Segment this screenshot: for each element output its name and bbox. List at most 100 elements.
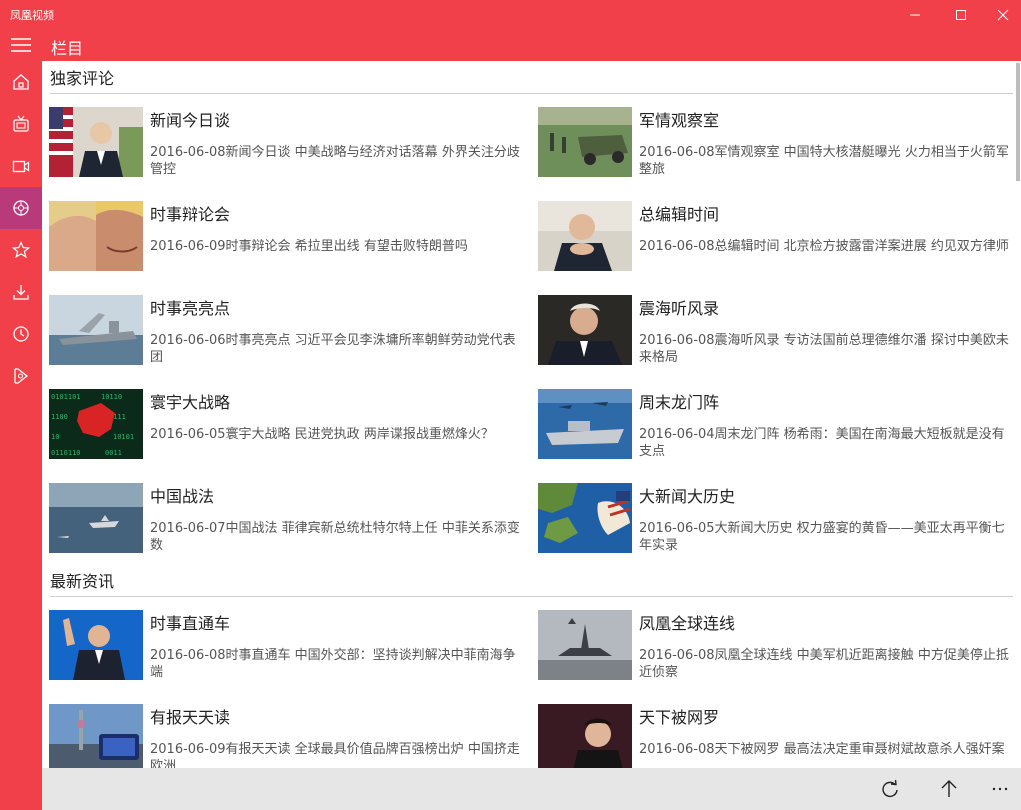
card-description: 2016-06-08凤凰全球连线 中美军机近距离接触 中方促美停止抵近侦察 bbox=[639, 648, 1009, 680]
program-card[interactable]: 军情观察室 2016-06-08军情观察室 中国特大核潜艇曝光 火力相当于火箭军… bbox=[538, 107, 1018, 179]
program-card[interactable]: 时事亮亮点 2016-06-06时事亮亮点 习近平会见李洙墉所率朝鲜劳动党代表团 bbox=[49, 295, 529, 367]
svg-text:10: 10 bbox=[51, 433, 59, 441]
card-description: 2016-06-08军情观察室 中国特大核潜艇曝光 火力相当于火箭军整旅 bbox=[639, 145, 1009, 177]
thumbnail-image bbox=[538, 483, 632, 553]
card-description: 2016-06-09有报天天读 全球最具价值品牌百强榜出炉 中国挤走欧洲 bbox=[150, 742, 520, 768]
card-title: 军情观察室 bbox=[639, 111, 720, 130]
card-title: 时事辩论会 bbox=[150, 205, 231, 224]
program-card[interactable]: 0101101 10110 1100 0111 10 10101 0110110 001… bbox=[49, 389, 529, 461]
card-title: 大新闻大历史 bbox=[639, 487, 736, 506]
sidebar-item-downloads[interactable] bbox=[0, 271, 42, 313]
close-button[interactable] bbox=[980, 0, 1021, 29]
title-bar: 凤凰视频 bbox=[0, 0, 1021, 29]
thumbnail-image bbox=[538, 610, 632, 680]
card-title: 时事直通车 bbox=[150, 614, 231, 633]
sidebar-item-favorites[interactable] bbox=[0, 229, 42, 271]
thumbnail-image bbox=[49, 610, 143, 680]
card-description: 2016-06-05大新闻大历史 权力盛宴的黄昏——美亚太再平衡七年实录 bbox=[639, 521, 1005, 553]
maximize-button[interactable] bbox=[938, 0, 984, 29]
section-title: 最新资讯 bbox=[50, 572, 115, 591]
card-description: 2016-06-08新闻今日谈 中美战略与经济对话落幕 外界关注分歧管控 bbox=[150, 145, 520, 177]
thumbnail-image bbox=[49, 201, 143, 271]
sidebar-item-history[interactable] bbox=[0, 313, 42, 355]
thumbnail-image bbox=[538, 295, 632, 365]
section-divider bbox=[50, 596, 1013, 597]
program-card[interactable]: 总编辑时间 2016-06-08总编辑时间 北京检方披露雷洋案进展 约见双方律师 bbox=[538, 201, 1018, 273]
star-icon bbox=[12, 241, 30, 259]
minimize-button[interactable] bbox=[892, 0, 938, 29]
thumbnail-image bbox=[538, 389, 632, 459]
download-icon bbox=[13, 285, 29, 300]
sidebar-nav bbox=[0, 61, 42, 810]
card-title: 中国战法 bbox=[150, 487, 215, 506]
program-card[interactable]: 周末龙门阵 2016-06-04周末龙门阵 杨希雨：美国在南海最大短板就是没有支… bbox=[538, 389, 1018, 461]
card-title: 时事亮亮点 bbox=[150, 299, 231, 318]
card-title: 寰宇大战略 bbox=[150, 393, 231, 412]
thumbnail-image bbox=[538, 107, 632, 177]
sidebar-item-channels[interactable] bbox=[0, 187, 42, 229]
app-title: 凤凰视频 bbox=[10, 9, 54, 22]
thumbnail-image bbox=[538, 704, 632, 768]
card-title: 震海听风录 bbox=[639, 299, 720, 318]
clock-icon bbox=[13, 326, 29, 342]
program-card[interactable]: 震海听风录 2016-06-08震海听风录 专访法国前总理德维尔潘 探讨中美欧未… bbox=[538, 295, 1018, 367]
card-description: 2016-06-08总编辑时间 北京检方披露雷洋案进展 约见双方律师 bbox=[639, 239, 1009, 254]
more-options-button[interactable] bbox=[979, 768, 1021, 810]
program-card[interactable]: 大新闻大历史 2016-06-05大新闻大历史 权力盛宴的黄昏——美亚太再平衡七… bbox=[538, 483, 1018, 555]
sidebar-item-home[interactable] bbox=[0, 61, 42, 103]
video-camera-icon bbox=[12, 160, 30, 173]
svg-text:1100: 1100 bbox=[51, 413, 68, 421]
refresh-button[interactable] bbox=[869, 768, 911, 810]
sidebar-item-settings[interactable] bbox=[0, 355, 42, 397]
card-title: 有报天天读 bbox=[150, 708, 231, 727]
program-card[interactable]: 新闻今日谈 2016-06-08新闻今日谈 中美战略与经济对话落幕 外界关注分歧… bbox=[49, 107, 529, 179]
main-content: 独家评论 新闻今日谈 2016-06-08新闻今日谈 中美战略与经济对话落幕 外… bbox=[42, 61, 1021, 768]
card-description: 2016-06-06时事亮亮点 习近平会见李洙墉所率朝鲜劳动党代表团 bbox=[150, 333, 516, 365]
program-card[interactable]: 中国战法 2016-06-07中国战法 菲律宾新总统杜特尔特上任 中菲关系添变数 bbox=[49, 483, 529, 555]
card-title: 周末龙门阵 bbox=[639, 393, 720, 412]
svg-text:10110: 10110 bbox=[101, 393, 122, 401]
minimize-icon bbox=[910, 14, 920, 15]
card-title: 新闻今日谈 bbox=[150, 111, 231, 130]
card-description: 2016-06-09时事辩论会 希拉里出线 有望击败特朗普吗 bbox=[150, 239, 468, 254]
svg-text:0101101: 0101101 bbox=[51, 393, 81, 401]
arrow-up-icon bbox=[941, 780, 957, 797]
page-title: 栏目 bbox=[51, 39, 84, 58]
thumbnail-image bbox=[538, 201, 632, 271]
card-description: 2016-06-08时事直通车 中国外交部：坚持谈判解决中菲南海争端 bbox=[150, 648, 516, 680]
channels-icon bbox=[13, 200, 29, 216]
program-card[interactable]: 时事辩论会 2016-06-09时事辩论会 希拉里出线 有望击败特朗普吗 bbox=[49, 201, 529, 273]
card-description: 2016-06-08天下被网罗 最高法决定重审聂树斌故意杀人强奸案 bbox=[639, 742, 1005, 757]
section-title: 独家评论 bbox=[50, 69, 115, 88]
thumbnail-image bbox=[49, 107, 143, 177]
command-bar bbox=[42, 768, 1021, 810]
tv-icon bbox=[13, 115, 29, 132]
card-description: 2016-06-05寰宇大战略 民进党执政 两岸谍报战重燃烽火？ bbox=[150, 427, 494, 442]
app-header: 栏目 bbox=[0, 29, 1021, 61]
close-icon bbox=[997, 9, 1009, 20]
settings-icon bbox=[14, 368, 29, 384]
sidebar-item-video[interactable] bbox=[0, 145, 42, 187]
program-card[interactable]: 有报天天读 2016-06-09有报天天读 全球最具价值品牌百强榜出炉 中国挤走… bbox=[49, 704, 529, 768]
thumbnail-image: 0101101 10110 1100 0111 10 10101 0110110 001… bbox=[49, 389, 143, 459]
refresh-icon bbox=[882, 779, 898, 798]
hamburger-icon bbox=[11, 38, 31, 52]
program-card[interactable]: 天下被网罗 2016-06-08天下被网罗 最高法决定重审聂树斌故意杀人强奸案 bbox=[538, 704, 1018, 768]
maximize-icon bbox=[956, 9, 966, 20]
program-card[interactable]: 时事直通车 2016-06-08时事直通车 中国外交部：坚持谈判解决中菲南海争端 bbox=[49, 610, 529, 682]
svg-text:0011: 0011 bbox=[105, 449, 122, 457]
scroll-to-top-button[interactable] bbox=[928, 768, 970, 810]
card-description: 2016-06-08震海听风录 专访法国前总理德维尔潘 探讨中美欧未来格局 bbox=[639, 333, 1009, 365]
card-title: 总编辑时间 bbox=[639, 205, 720, 224]
hamburger-menu-button[interactable] bbox=[0, 29, 42, 61]
svg-text:0110110: 0110110 bbox=[51, 449, 81, 457]
sidebar-item-tv[interactable] bbox=[0, 103, 42, 145]
thumbnail-image bbox=[49, 483, 143, 553]
card-title: 凤凰全球连线 bbox=[639, 614, 736, 633]
program-card[interactable]: 凤凰全球连线 2016-06-08凤凰全球连线 中美军机近距离接触 中方促美停止… bbox=[538, 610, 1018, 682]
svg-text:10101: 10101 bbox=[113, 433, 134, 441]
card-title: 天下被网罗 bbox=[639, 708, 720, 727]
more-icon bbox=[992, 787, 1008, 791]
card-description: 2016-06-07中国战法 菲律宾新总统杜特尔特上任 中菲关系添变数 bbox=[150, 521, 520, 553]
thumbnail-image bbox=[49, 295, 143, 365]
